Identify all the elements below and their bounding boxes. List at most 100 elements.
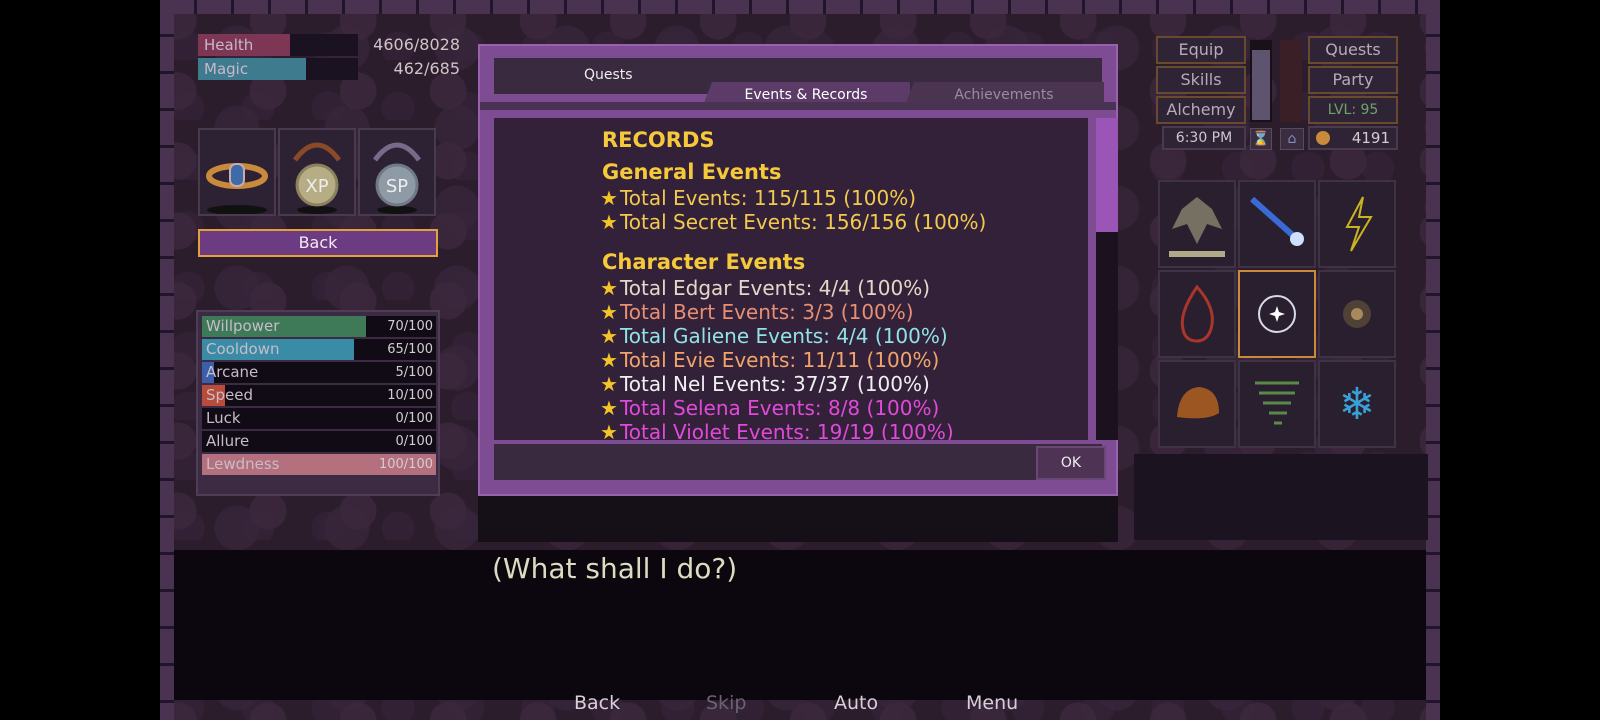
tornado-icon (1255, 381, 1299, 425)
star-icon: ★ (600, 210, 618, 234)
attribute-label: Speed (206, 386, 254, 404)
attribute-luck: Luck 0/100 (202, 408, 436, 429)
alchemy-button[interactable]: Alchemy (1156, 96, 1246, 124)
star-icon: ★ (600, 348, 618, 372)
time-display: 6:30 PM (1162, 126, 1246, 150)
star-icon: ★ (600, 186, 618, 210)
attribute-value: 10/100 (387, 388, 433, 403)
skill-slot-2[interactable] (1238, 180, 1316, 268)
scrollbar-thumb[interactable] (1096, 118, 1118, 232)
ring-slot[interactable] (198, 128, 276, 216)
scrollbar[interactable] (1096, 118, 1118, 440)
skill-slot-6[interactable] (1318, 270, 1396, 358)
exp-gauge (1250, 40, 1272, 122)
attribute-label: Willpower (206, 317, 280, 335)
star-icon: ★ (600, 372, 618, 396)
magic-label: Magic (204, 60, 249, 78)
star-icon: ★ (600, 396, 618, 420)
record-text: Total Violet Events: 19/19 (100%) (619, 420, 954, 440)
record-text: Total Bert Events: 3/3 (100%) (619, 300, 914, 324)
nav-menu[interactable]: Menu (966, 692, 1018, 714)
skill-slot-5[interactable] (1238, 270, 1316, 358)
house-icon[interactable]: ⌂ (1280, 128, 1304, 150)
record-row: ★ Total Events: 115/115 (100%) (600, 186, 916, 210)
top-wall (160, 0, 1440, 14)
magic-value: 462/685 (393, 59, 460, 78)
lightning-icon (1345, 196, 1373, 252)
record-row: ★ Total Edgar Events: 4/4 (100%) (600, 276, 930, 300)
record-row: ★ Total Bert Events: 3/3 (100%) (600, 300, 914, 324)
skills-button[interactable]: Skills (1156, 66, 1246, 94)
attribute-cooldown: Cooldown 65/100 (202, 339, 436, 360)
record-text: Total Edgar Events: 4/4 (100%) (619, 276, 931, 300)
hunger-gauge (1280, 40, 1302, 122)
record-row: ★ Total Selena Events: 8/8 (100%) (600, 396, 939, 420)
hourglass-icon[interactable]: ⌛ (1250, 128, 1272, 150)
nav-skip[interactable]: Skip (706, 692, 746, 714)
nav-auto[interactable]: Auto (834, 692, 878, 714)
star-icon: ★ (600, 420, 618, 440)
equip-button[interactable]: Equip (1156, 36, 1246, 64)
skill-slot-3[interactable] (1318, 180, 1396, 268)
skill-slot-9[interactable]: ❄ (1318, 360, 1396, 448)
attribute-label: Luck (206, 409, 241, 427)
magic-bar: Magic 462/685 (198, 58, 460, 80)
fire-icon (1180, 284, 1214, 343)
attributes-panel: Willpower 70/100 Cooldown 65/100 Arcane 5/100… (196, 310, 440, 496)
target-sparkle-icon (1258, 295, 1296, 333)
xp-amulet-slot[interactable]: XP (278, 128, 356, 216)
xp-amulet-icon: XP (292, 142, 342, 214)
section-title: Character Events (602, 250, 806, 274)
record-text: Total Evie Events: 11/11 (100%) (619, 348, 940, 372)
star-icon: ★ (600, 276, 618, 300)
attribute-arcane: Arcane 5/100 (202, 362, 436, 383)
left-wall (160, 0, 174, 720)
star-icon: ★ (600, 300, 618, 324)
record-row: ★ Total Violet Events: 19/19 (100%) (600, 420, 954, 440)
attribute-value: 100/100 (378, 457, 433, 472)
dialog-footer (494, 444, 1102, 480)
attribute-value: 65/100 (387, 342, 433, 357)
eagle-crest-icon (1169, 197, 1225, 257)
record-row: ★ Total Evie Events: 11/11 (100%) (600, 348, 939, 372)
record-row: ★ Total Nel Events: 37/37 (100%) (600, 372, 930, 396)
skill-slot-1[interactable] (1158, 180, 1236, 268)
sp-amulet-icon: SP (372, 142, 422, 214)
dialogue-box (174, 550, 1426, 700)
status-area (1134, 454, 1428, 540)
attribute-label: Lewdness (206, 455, 280, 473)
xp-text: XP (305, 176, 328, 197)
attribute-label: Cooldown (206, 340, 280, 358)
health-label: Health (204, 36, 254, 54)
gold-display: 4191 (1308, 126, 1398, 150)
records-heading: RECORDS (602, 128, 715, 152)
attribute-label: Arcane (206, 363, 259, 381)
sp-amulet-slot[interactable]: SP (358, 128, 436, 216)
attribute-value: 70/100 (387, 319, 433, 334)
right-wall (1426, 0, 1440, 720)
attribute-lewdness: Lewdness 100/100 (202, 454, 436, 475)
skill-slot-7[interactable] (1158, 360, 1236, 448)
gold-amount: 4191 (1351, 129, 1390, 147)
orb-icon (1343, 300, 1371, 328)
ok-button[interactable]: OK (1036, 446, 1106, 480)
record-text: Total Events: 115/115 (100%) (619, 186, 917, 210)
quests-dialog: Quests Events & Records Achievements REC… (478, 44, 1118, 496)
record-text: Total Nel Events: 37/37 (100%) (619, 372, 930, 396)
quests-button[interactable]: Quests (1308, 36, 1398, 64)
stone-icon (1177, 387, 1219, 419)
sp-text: SP (386, 176, 408, 197)
record-row: ★ Total Secret Events: 156/156 (100%) (600, 210, 986, 234)
nav-back[interactable]: Back (574, 692, 620, 714)
back-button[interactable]: Back (198, 229, 438, 257)
dialog-title: Quests (584, 67, 633, 83)
attribute-value: 5/100 (395, 365, 433, 380)
health-bar: Health 4606/8028 (198, 34, 460, 56)
party-button[interactable]: Party (1308, 66, 1398, 94)
record-text: Total Selena Events: 8/8 (100%) (619, 396, 940, 420)
skill-slot-8[interactable] (1238, 360, 1316, 448)
skill-slot-4[interactable] (1158, 270, 1236, 358)
attribute-value: 0/100 (395, 434, 433, 449)
attribute-speed: Speed 10/100 (202, 385, 436, 406)
coin-icon (1316, 131, 1330, 145)
